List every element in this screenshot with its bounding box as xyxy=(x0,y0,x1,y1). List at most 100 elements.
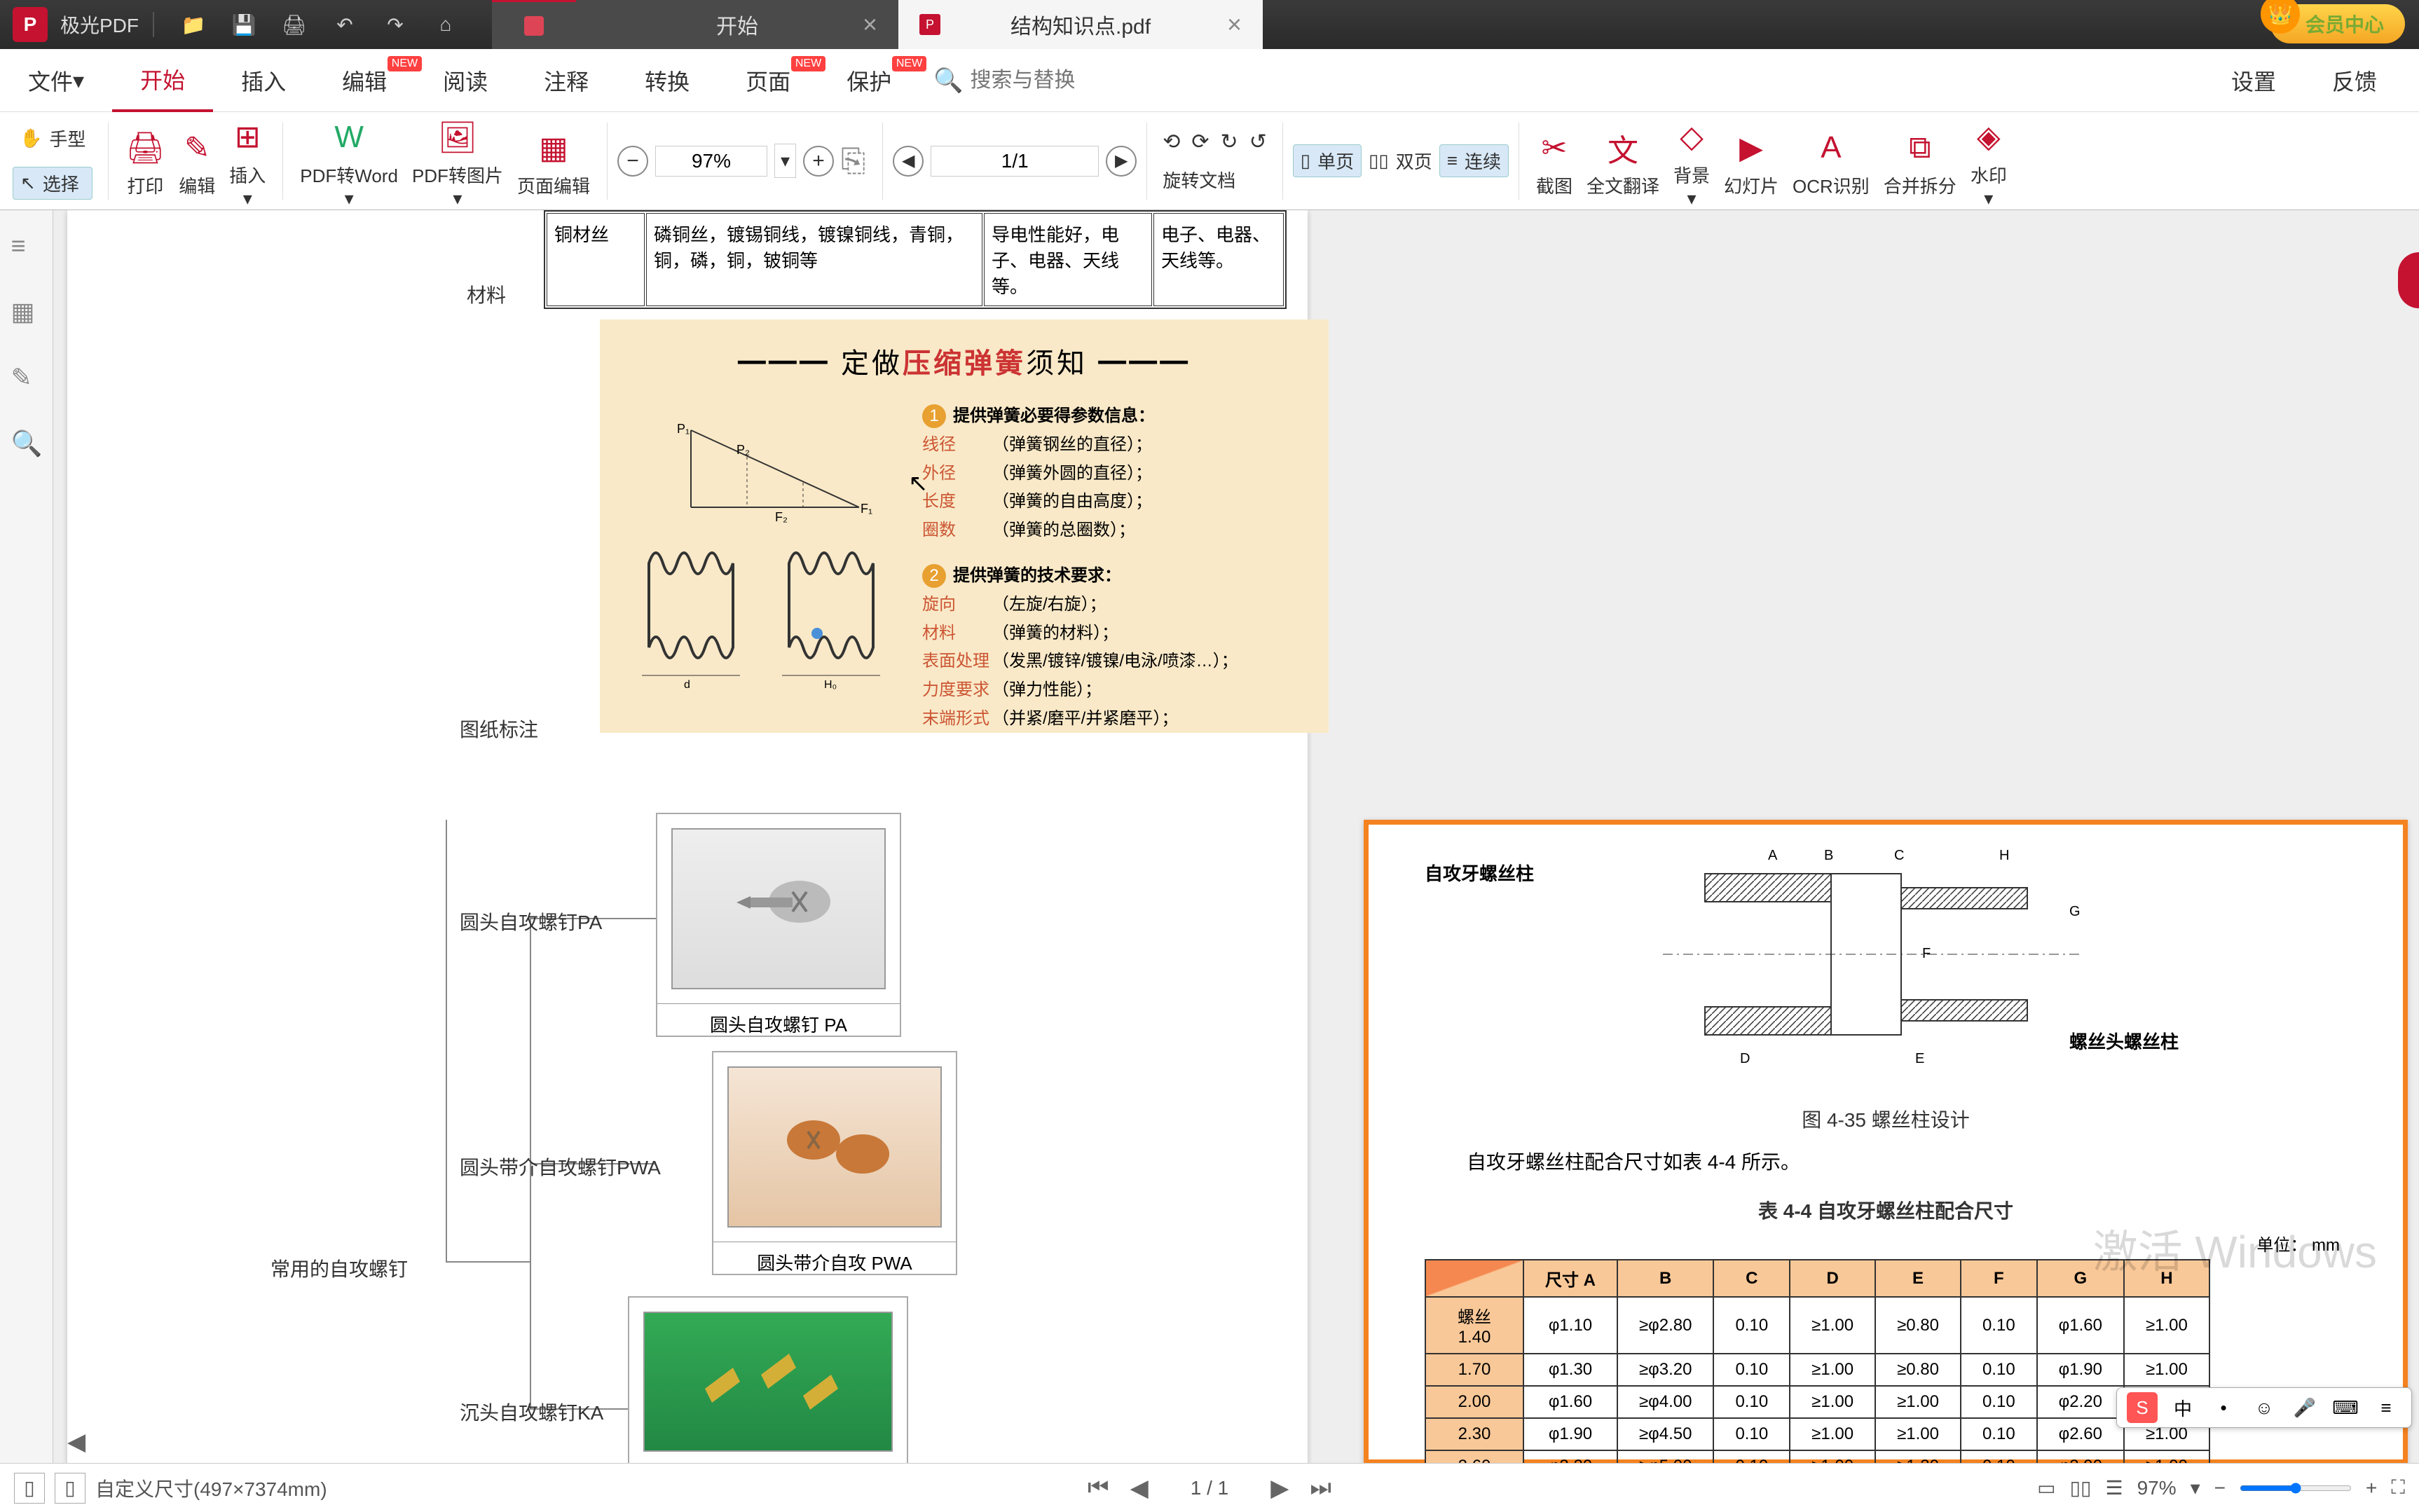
ime-lang[interactable]: 中 xyxy=(2167,1392,2198,1423)
ime-toolbar[interactable]: S 中 • ☺ 🎤 ⌨ ≡ xyxy=(2116,1387,2412,1428)
watermark-button[interactable]: ◈水印 ▾ xyxy=(1964,113,2014,209)
zoom-in-button[interactable]: + xyxy=(803,146,834,177)
home-nav-icon[interactable]: ⌂ xyxy=(430,9,461,40)
view-mode-icon-2[interactable]: ▯▯ xyxy=(2070,1476,2092,1499)
double-label: 双页 xyxy=(1396,148,1432,174)
single-icon: ▯ xyxy=(1301,150,1310,172)
continuous-button[interactable]: ≡ 连续 xyxy=(1439,144,1509,177)
search-box[interactable]: 🔍 xyxy=(933,67,1166,95)
fulltrans-button[interactable]: 文全文翻译 xyxy=(1579,123,1666,198)
single-page-button[interactable]: ▯单页 xyxy=(1293,144,1362,177)
screw-caption: 圆头自攻螺钉 PA xyxy=(657,1003,900,1044)
slideshow-button[interactable]: ▶幻灯片 xyxy=(1717,123,1786,198)
zoom-out-icon[interactable]: − xyxy=(2214,1477,2226,1499)
fullscreen-icon[interactable]: ⛶ xyxy=(2391,1476,2405,1499)
next-page-icon[interactable]: ▶ xyxy=(1270,1474,1289,1502)
double-page-button[interactable]: ▯▯双页 xyxy=(1362,145,1439,177)
menu-convert[interactable]: 转换 xyxy=(617,49,718,112)
ime-settings-icon[interactable]: ≡ xyxy=(2371,1392,2401,1423)
k: 圈数 xyxy=(922,516,992,545)
menu-annotate[interactable]: 注释 xyxy=(516,49,617,112)
save-icon[interactable]: 💾 xyxy=(228,9,259,40)
mergesplit-button[interactable]: ⧉合并拆分 xyxy=(1877,123,1964,198)
close-icon[interactable]: × xyxy=(1227,10,1242,39)
tab-start[interactable]: 开始 × xyxy=(576,0,898,49)
v: （弹簧的总圈数）； xyxy=(992,521,1135,539)
pdf-to-word-button[interactable]: WPDF转Word ▾ xyxy=(293,113,405,209)
rotate-left-icon[interactable]: ⟲ xyxy=(1163,130,1180,154)
menu-settings-label: 设置 xyxy=(2231,64,2276,97)
first-page-icon[interactable]: ⏮ xyxy=(1088,1474,1109,1501)
menu-read[interactable]: 阅读 xyxy=(415,49,516,112)
scroll-left-icon[interactable]: ◀ xyxy=(67,1428,85,1456)
search-panel-icon[interactable]: 🔍 xyxy=(11,429,42,460)
tab-document[interactable]: P 结构知识点.pdf × xyxy=(898,0,1263,49)
edit-button[interactable]: ✎编辑 xyxy=(172,123,222,198)
tab-home[interactable] xyxy=(492,0,576,49)
ime-keyboard-icon[interactable]: ⌨ xyxy=(2330,1392,2361,1423)
workspace: ≡ ▦ ✎ 🔍 铜材丝 磷铜丝，镀锡铜线，镀镍铜线，青铜，铜，磷，铜，铍铜等 导… xyxy=(0,210,2419,1463)
rotate-right-icon[interactable]: ⟳ xyxy=(1191,130,1209,154)
ime-emoji-icon[interactable]: ☺ xyxy=(2249,1392,2280,1423)
view-mode-icon-3[interactable]: ☰ xyxy=(2105,1476,2123,1499)
pdf-to-image-button[interactable]: 🖼PDF转图片 ▾ xyxy=(405,113,510,209)
menu-file[interactable]: 文件 ▾ xyxy=(0,49,112,112)
t3: 须知 xyxy=(1026,348,1088,379)
ocr-icon: A xyxy=(1821,123,1841,172)
print-icon[interactable]: 🖨 xyxy=(279,9,310,40)
zoom-slider[interactable] xyxy=(2240,1483,2352,1494)
dropdown-icon[interactable]: ▾ xyxy=(2191,1476,2200,1499)
insert-button[interactable]: ⊞插入 ▾ xyxy=(222,113,273,209)
print-button[interactable]: 🖨打印 xyxy=(118,123,172,198)
prev-page-button[interactable]: ◀ xyxy=(893,146,924,177)
hand-tool[interactable]: ✋手型 xyxy=(13,123,92,154)
pdf-page-2: ABCH DE GF 自攻牙螺丝柱 螺丝头螺丝柱 图 4-35 螺丝柱设计 自攻… xyxy=(1364,820,2408,1463)
page-edit-button[interactable]: ▦页面编辑 xyxy=(510,123,597,198)
menu-feedback[interactable]: 反馈 xyxy=(2304,49,2405,112)
screenshot-button[interactable]: ✂截图 xyxy=(1529,123,1579,198)
page-mode-icon-2[interactable]: ▯ xyxy=(55,1473,85,1504)
continuous-label: 连续 xyxy=(1465,148,1501,174)
grid-icon[interactable]: ▦ xyxy=(11,297,42,328)
prev-page-icon[interactable]: ◀ xyxy=(1130,1474,1149,1502)
page-mode-icon[interactable]: ▯ xyxy=(14,1473,45,1504)
member-center-button[interactable]: 👑 会员中心 xyxy=(2270,4,2405,43)
zoom-input[interactable] xyxy=(655,146,767,177)
menu-protect[interactable]: 保护 xyxy=(818,49,919,112)
open-icon[interactable]: 📁 xyxy=(178,9,209,40)
close-icon[interactable]: × xyxy=(863,10,877,39)
undo-icon[interactable]: ↶ xyxy=(329,9,360,40)
background-button[interactable]: ◇背景 ▾ xyxy=(1666,113,1717,209)
menu-read-label: 阅读 xyxy=(443,64,488,97)
last-page-icon[interactable]: ⏭ xyxy=(1310,1474,1331,1501)
spring-notice-box: ━━━ 定做压缩弹簧须知 ━━━ P₁ P₂ F₁ F xyxy=(600,319,1329,733)
ocr-button[interactable]: AOCR识别 xyxy=(1786,123,1877,198)
search-input[interactable] xyxy=(971,69,1167,92)
view-mode-icon[interactable]: ▭ xyxy=(2037,1476,2055,1499)
menu-edit[interactable]: 编辑 xyxy=(314,49,415,112)
next-page-button[interactable]: ▶ xyxy=(1106,146,1137,177)
thumbnails-icon[interactable]: ≡ xyxy=(11,231,42,262)
annotation-icon[interactable]: ✎ xyxy=(11,363,42,394)
ime-mic-icon[interactable]: 🎤 xyxy=(2289,1392,2320,1423)
page-input[interactable] xyxy=(931,146,1099,177)
menu-convert-label: 转换 xyxy=(645,64,690,97)
document-area[interactable]: 铜材丝 磷铜丝，镀锡铜线，镀镍铜线，青铜，铜，磷，铜，铍铜等 导电性能好，电子、… xyxy=(53,210,2419,1463)
zoom-in-icon[interactable]: + xyxy=(2366,1477,2377,1499)
zoom-out-button[interactable]: − xyxy=(617,146,648,177)
redo-icon[interactable]: ↷ xyxy=(380,9,411,40)
page-indicator: 1 / 1 xyxy=(1191,1477,1228,1499)
rotate-alt-icon[interactable]: ↻ xyxy=(1221,130,1238,154)
app-name: 极光PDF xyxy=(60,11,139,39)
rotate-alt2-icon[interactable]: ↺ xyxy=(1249,130,1267,154)
ime-punct-icon[interactable]: • xyxy=(2208,1392,2239,1423)
menu-start[interactable]: 开始 xyxy=(112,49,213,112)
background-icon: ◇ xyxy=(1680,113,1704,162)
continuous-icon: ≡ xyxy=(1447,150,1458,172)
menu-insert[interactable]: 插入 xyxy=(213,49,314,112)
fit-page-button[interactable]: ⎘ xyxy=(834,137,872,186)
menu-settings[interactable]: 设置 xyxy=(2203,49,2304,112)
menu-page[interactable]: 页面 xyxy=(718,49,818,112)
dropdown-icon[interactable]: ▾ xyxy=(774,144,796,178)
select-tool[interactable]: ↖选择 xyxy=(13,167,92,200)
